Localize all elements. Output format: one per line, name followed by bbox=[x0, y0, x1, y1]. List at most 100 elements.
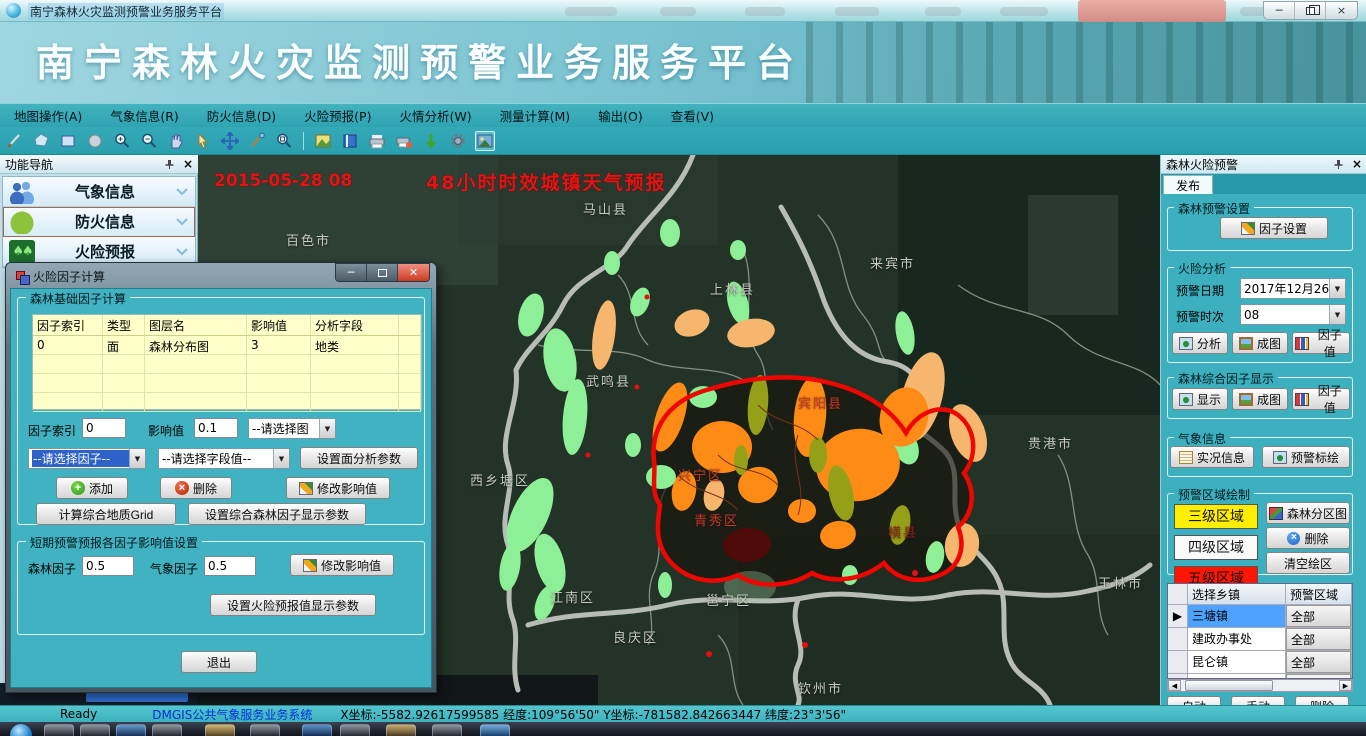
printer-icon[interactable] bbox=[367, 131, 387, 151]
delete-button[interactable]: 删除 bbox=[1295, 696, 1349, 705]
zoom-in-icon[interactable] bbox=[112, 131, 132, 151]
pencil-icon[interactable] bbox=[4, 131, 24, 151]
zoom-out-icon[interactable] bbox=[139, 131, 159, 151]
exit-button[interactable]: 退出 bbox=[181, 651, 257, 673]
layer-combo[interactable]: --请选择图▼ bbox=[248, 418, 336, 439]
warning-plot-button[interactable]: 预警标绘 bbox=[1262, 446, 1350, 468]
scroll-right-icon[interactable]: ▶ bbox=[1339, 680, 1352, 691]
pin-icon[interactable] bbox=[164, 159, 175, 170]
add-button[interactable]: +添加 bbox=[56, 477, 128, 499]
set-display-params-button[interactable]: 设置综合森林因子显示参数 bbox=[188, 503, 366, 525]
area-cell[interactable]: 全部 bbox=[1286, 605, 1352, 627]
menu-analysis[interactable]: 火情分析(W) bbox=[385, 106, 485, 125]
taskbar[interactable] bbox=[0, 722, 1366, 736]
factor-value-button[interactable]: 因子值 bbox=[1292, 388, 1350, 410]
nav-close-icon[interactable]: × bbox=[183, 157, 193, 171]
menu-map[interactable]: 地图操作(A) bbox=[0, 106, 96, 125]
clear-draw-button[interactable]: 清空绘区 bbox=[1266, 552, 1350, 574]
scroll-left-icon[interactable]: ◀ bbox=[1168, 680, 1181, 691]
taskbar-icon[interactable] bbox=[250, 724, 280, 736]
set-fire-display-button[interactable]: 设置火险预报值显示参数 bbox=[210, 594, 376, 616]
rectangle-icon[interactable] bbox=[58, 131, 78, 151]
restore-button[interactable] bbox=[1295, 2, 1326, 19]
area-cell[interactable]: 全部 bbox=[1286, 651, 1352, 673]
taskbar-icon[interactable] bbox=[80, 724, 110, 736]
identify-brush-icon[interactable] bbox=[247, 131, 267, 151]
zoom-rect-icon[interactable] bbox=[274, 131, 294, 151]
map-image-icon[interactable] bbox=[313, 131, 333, 151]
auto-button[interactable]: 自动 bbox=[1167, 696, 1221, 705]
status-system-link[interactable]: DMGIS公共气象服务业务系统 bbox=[152, 706, 312, 723]
taskbar-browser-icon[interactable] bbox=[116, 724, 146, 736]
area-cell[interactable]: 全部 bbox=[1286, 628, 1352, 650]
scroll-thumb[interactable] bbox=[1185, 680, 1273, 691]
panel-close-icon[interactable]: × bbox=[1352, 157, 1362, 171]
header-area[interactable]: 预警区域 bbox=[1286, 584, 1352, 604]
warning-date-combo[interactable]: 2017年12月26日▼ bbox=[1240, 278, 1346, 299]
start-orb-icon[interactable] bbox=[10, 724, 32, 736]
table-row[interactable]: ▶ 三塘镇 全部 bbox=[1168, 605, 1352, 628]
table-row[interactable]: 0 面 森林分布图 3 地类 bbox=[33, 336, 421, 355]
warning-time-combo[interactable]: 08▼ bbox=[1240, 304, 1346, 325]
download-arrow-icon[interactable] bbox=[421, 131, 441, 151]
factor-value-button[interactable]: 因子值 bbox=[1292, 332, 1350, 354]
factor-combo[interactable]: --请选择因子--▼ bbox=[28, 448, 146, 469]
dialog-minimize-button[interactable]: ─ bbox=[336, 264, 367, 281]
show-button[interactable]: 显示 bbox=[1172, 388, 1228, 410]
nav-item-weather-info[interactable]: 气象信息 bbox=[3, 177, 195, 207]
live-info-button[interactable]: 实况信息 bbox=[1170, 446, 1254, 468]
gear-icon[interactable] bbox=[448, 131, 468, 151]
circle-icon[interactable] bbox=[85, 131, 105, 151]
tab-publish[interactable]: 发布 bbox=[1163, 175, 1213, 194]
menu-fireproof[interactable]: 防火信息(D) bbox=[193, 106, 290, 125]
horizontal-scrollbar[interactable]: ◀ ▶ bbox=[1167, 679, 1353, 692]
level4-area-chip[interactable]: 四级区域 bbox=[1174, 535, 1258, 560]
table-row[interactable]: 建政办事处 全部 bbox=[1168, 628, 1352, 651]
modify-impact-button[interactable]: 修改影响值 bbox=[290, 554, 394, 576]
taskbar-folder-icon[interactable] bbox=[386, 724, 416, 736]
minimize-button[interactable]: ─ bbox=[1264, 2, 1295, 19]
taskbar-folder-icon[interactable] bbox=[205, 724, 235, 736]
menu-measure[interactable]: 测量计算(M) bbox=[486, 106, 585, 125]
forest-factor-input[interactable]: 0.5 bbox=[82, 556, 134, 576]
calc-grid-button[interactable]: 计算综合地质Grid bbox=[36, 503, 176, 525]
taskbar-icon[interactable] bbox=[340, 724, 370, 736]
dialog-close-button[interactable]: ✕ bbox=[398, 264, 429, 281]
printer-preview-icon[interactable] bbox=[394, 131, 414, 151]
weather-factor-input[interactable]: 0.5 bbox=[204, 556, 256, 576]
taskbar-icon[interactable] bbox=[480, 724, 510, 736]
nav-item-fireproof-info[interactable]: 防火信息 bbox=[3, 207, 195, 237]
pin-icon[interactable] bbox=[1333, 159, 1344, 170]
menu-view[interactable]: 查看(V) bbox=[657, 106, 728, 125]
taskbar-icon[interactable] bbox=[302, 724, 332, 736]
factor-setting-button[interactable]: 因子设置 bbox=[1220, 217, 1328, 239]
forest-zone-map-button[interactable]: 森林分区图 bbox=[1266, 502, 1350, 524]
menu-output[interactable]: 输出(O) bbox=[584, 106, 657, 125]
modify-impact-button[interactable]: 修改影响值 bbox=[286, 477, 390, 499]
field-combo[interactable]: --请选择字段值--▼ bbox=[158, 448, 290, 469]
factor-table[interactable]: 因子索引 类型 图层名 影响值 分析字段 0 面 森林分布图 3 地类 bbox=[32, 314, 422, 410]
make-chart-button[interactable]: 成图 bbox=[1232, 332, 1288, 354]
impact-input[interactable]: 0.1 bbox=[194, 418, 238, 438]
menu-weather[interactable]: 气象信息(R) bbox=[96, 106, 192, 125]
highlighted-title-button[interactable] bbox=[1078, 0, 1226, 22]
analyze-button[interactable]: 分析 bbox=[1172, 332, 1228, 354]
level3-area-chip[interactable]: 三级区域 bbox=[1174, 504, 1258, 529]
pan-hand-icon[interactable] bbox=[166, 131, 186, 151]
move-icon[interactable] bbox=[220, 131, 240, 151]
dialog-titlebar[interactable]: 火险因子计算 bbox=[16, 268, 105, 285]
factor-index-input[interactable]: 0 bbox=[82, 418, 126, 438]
delete-button[interactable]: ×删除 bbox=[160, 477, 232, 499]
dialog-maximize-button[interactable] bbox=[367, 264, 398, 281]
fire-factor-dialog[interactable]: 火险因子计算 ─ ✕ 森林基础因子计算 因子索引 类型 图层名 影响值 分析字段… bbox=[5, 262, 437, 693]
header-town[interactable]: 选择乡镇 bbox=[1188, 584, 1286, 604]
taskbar-icon[interactable] bbox=[44, 724, 74, 736]
manual-button[interactable]: 手动 bbox=[1231, 696, 1285, 705]
table-row[interactable]: 昆仑镇 全部 bbox=[1168, 651, 1352, 674]
set-area-params-button[interactable]: 设置面分析参数 bbox=[300, 447, 418, 469]
select-arrow-icon[interactable] bbox=[193, 131, 213, 151]
close-button[interactable]: × bbox=[1326, 2, 1357, 19]
make-chart-button[interactable]: 成图 bbox=[1232, 388, 1288, 410]
book-icon[interactable] bbox=[340, 131, 360, 151]
image-viewer-icon[interactable] bbox=[475, 131, 495, 151]
